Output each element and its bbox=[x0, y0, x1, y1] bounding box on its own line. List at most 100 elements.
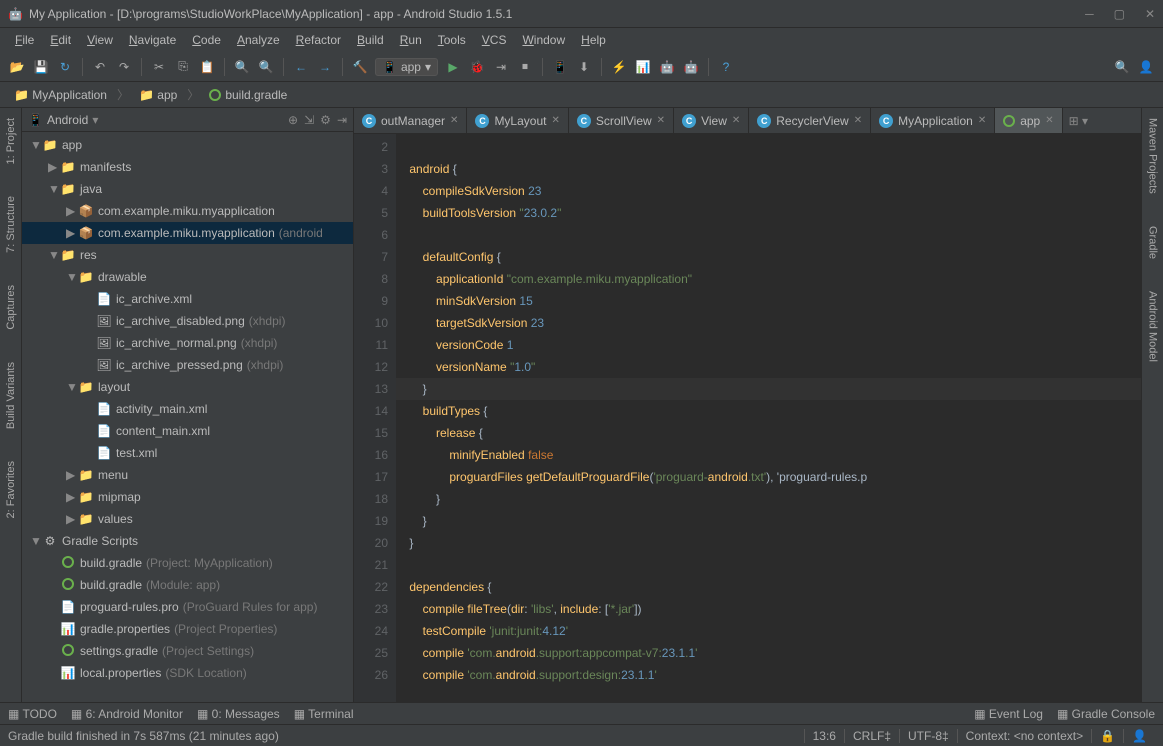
tree-row[interactable]: ▶📁manifests bbox=[22, 156, 353, 178]
save-icon[interactable]: 💾 bbox=[32, 58, 50, 76]
tree-row[interactable]: 📊local.properties(SDK Location) bbox=[22, 662, 353, 684]
right-tool-tab[interactable]: Gradle bbox=[1145, 220, 1161, 265]
close-tab-icon[interactable]: ✕ bbox=[657, 115, 665, 126]
menu-code[interactable]: Code bbox=[185, 31, 228, 49]
gear-icon[interactable]: ⚙ bbox=[320, 113, 331, 127]
menu-tools[interactable]: Tools bbox=[431, 31, 473, 49]
line-ending[interactable]: CRLF‡ bbox=[844, 729, 899, 743]
maximize-icon[interactable]: ▢ bbox=[1114, 7, 1125, 21]
run-icon[interactable]: ▶ bbox=[444, 58, 462, 76]
target-icon[interactable]: ⊕ bbox=[288, 113, 298, 127]
editor-tab[interactable]: CMyApplication✕ bbox=[871, 108, 995, 133]
tree-row[interactable]: ▼📁drawable bbox=[22, 266, 353, 288]
project-view-mode[interactable]: Android bbox=[47, 113, 88, 127]
tree-row[interactable]: settings.gradle(Project Settings) bbox=[22, 640, 353, 662]
find-icon[interactable]: 🔍 bbox=[233, 58, 251, 76]
stop-icon[interactable]: ⏹ bbox=[516, 58, 534, 76]
make-icon[interactable]: 🔨 bbox=[351, 58, 369, 76]
tree-row[interactable]: 🖼ic_archive_disabled.png(xhdpi) bbox=[22, 310, 353, 332]
tree-row[interactable]: build.gradle(Project: MyApplication) bbox=[22, 552, 353, 574]
tree-row[interactable]: ▶📁menu bbox=[22, 464, 353, 486]
tree-row[interactable]: 🖼ic_archive_pressed.png(xhdpi) bbox=[22, 354, 353, 376]
tree-row[interactable]: ▼📁app bbox=[22, 134, 353, 156]
breadcrumb-item[interactable]: 📁 MyApplication bbox=[8, 86, 113, 104]
editor-tab[interactable]: CRecyclerView✕ bbox=[749, 108, 871, 133]
close-tab-icon[interactable]: ✕ bbox=[732, 115, 740, 126]
bottom-tool-tab[interactable]: ▦ Terminal bbox=[294, 707, 354, 721]
hector-icon[interactable]: 👤 bbox=[1123, 729, 1155, 743]
redo-icon[interactable]: ↷ bbox=[115, 58, 133, 76]
tree-row[interactable]: ▼📁java bbox=[22, 178, 353, 200]
code-body[interactable]: android { compileSdkVersion 23 buildTool… bbox=[396, 134, 1141, 702]
code-editor[interactable]: 2345678910111213141516171819202122232425… bbox=[354, 134, 1141, 702]
close-tab-icon[interactable]: ✕ bbox=[551, 115, 559, 126]
right-tool-tab[interactable]: Android Model bbox=[1145, 285, 1161, 368]
tree-row[interactable]: 📄test.xml bbox=[22, 442, 353, 464]
tree-row[interactable]: ▶📦com.example.miku.myapplication(android bbox=[22, 222, 353, 244]
menu-build[interactable]: Build bbox=[350, 31, 391, 49]
left-tool-tab[interactable]: Build Variants bbox=[3, 356, 19, 435]
tree-row[interactable]: ▶📁values bbox=[22, 508, 353, 530]
left-tool-tab[interactable]: 7: Structure bbox=[3, 190, 19, 259]
bottom-tool-tab[interactable]: ▦ 6: Android Monitor bbox=[71, 707, 183, 721]
context[interactable]: Context: <no context> bbox=[957, 729, 1091, 743]
menu-help[interactable]: Help bbox=[574, 31, 613, 49]
attach-icon[interactable]: ⇥ bbox=[492, 58, 510, 76]
monitor-icon[interactable]: 📊 bbox=[634, 58, 652, 76]
editor-tab[interactable]: CoutManager✕ bbox=[354, 108, 467, 133]
menu-view[interactable]: View bbox=[80, 31, 120, 49]
ddms-icon[interactable]: ⚡ bbox=[610, 58, 628, 76]
close-icon[interactable]: ✕ bbox=[1145, 7, 1155, 21]
breadcrumb-item[interactable]: build.gradle bbox=[203, 86, 293, 104]
android-icon-3[interactable]: 🤖 bbox=[682, 58, 700, 76]
chevron-down-icon[interactable]: ▾ bbox=[92, 113, 98, 127]
sdk-icon[interactable]: ⬇ bbox=[575, 58, 593, 76]
close-tab-icon[interactable]: ✕ bbox=[978, 115, 986, 126]
hide-icon[interactable]: ⇥ bbox=[337, 113, 347, 127]
tree-row[interactable]: ▼📁res bbox=[22, 244, 353, 266]
menu-file[interactable]: File bbox=[8, 31, 41, 49]
tree-row[interactable]: 📄content_main.xml bbox=[22, 420, 353, 442]
paste-icon[interactable]: 📋 bbox=[198, 58, 216, 76]
tab-overflow[interactable]: ⊞ ▾ bbox=[1063, 108, 1094, 133]
user-icon[interactable]: 👤 bbox=[1137, 58, 1155, 76]
bottom-tool-tab[interactable]: ▦ TODO bbox=[8, 707, 57, 721]
menu-run[interactable]: Run bbox=[393, 31, 429, 49]
menu-edit[interactable]: Edit bbox=[43, 31, 78, 49]
cut-icon[interactable]: ✂ bbox=[150, 58, 168, 76]
tree-row[interactable]: 📄ic_archive.xml bbox=[22, 288, 353, 310]
tree-row[interactable]: 📄activity_main.xml bbox=[22, 398, 353, 420]
left-tool-tab[interactable]: 2: Favorites bbox=[3, 455, 19, 524]
close-tab-icon[interactable]: ✕ bbox=[854, 115, 862, 126]
menu-refactor[interactable]: Refactor bbox=[289, 31, 348, 49]
collapse-icon[interactable]: ⇲ bbox=[304, 113, 314, 127]
help-icon[interactable]: ? bbox=[717, 58, 735, 76]
debug-icon[interactable]: 🐞 bbox=[468, 58, 486, 76]
tree-row[interactable]: 📊gradle.properties(Project Properties) bbox=[22, 618, 353, 640]
sync-icon[interactable]: ↻ bbox=[56, 58, 74, 76]
editor-tab[interactable]: CMyLayout✕ bbox=[467, 108, 568, 133]
open-icon[interactable]: 📂 bbox=[8, 58, 26, 76]
bottom-tool-tab[interactable]: ▦ Gradle Console bbox=[1057, 707, 1155, 721]
run-config-selector[interactable]: 📱 app ▾ bbox=[375, 58, 438, 76]
breadcrumb-item[interactable]: 📁 app bbox=[133, 86, 183, 104]
tree-row[interactable]: 🖼ic_archive_normal.png(xhdpi) bbox=[22, 332, 353, 354]
tree-row[interactable]: ▼⚙Gradle Scripts bbox=[22, 530, 353, 552]
encoding[interactable]: UTF-8‡ bbox=[899, 729, 957, 743]
undo-icon[interactable]: ↶ bbox=[91, 58, 109, 76]
menu-analyze[interactable]: Analyze bbox=[230, 31, 287, 49]
copy-icon[interactable]: ⎘ bbox=[174, 58, 192, 76]
left-tool-tab[interactable]: 1: Project bbox=[3, 112, 19, 170]
forward-icon[interactable]: → bbox=[316, 58, 334, 76]
editor-tab[interactable]: app✕ bbox=[995, 108, 1062, 133]
left-tool-tab[interactable]: Captures bbox=[3, 279, 19, 336]
replace-icon[interactable]: 🔍 bbox=[257, 58, 275, 76]
editor-tab[interactable]: CView✕ bbox=[674, 108, 749, 133]
project-tree[interactable]: ▼📁app▶📁manifests▼📁java▶📦com.example.miku… bbox=[22, 132, 353, 702]
lock-icon[interactable]: 🔒 bbox=[1091, 729, 1123, 743]
tree-row[interactable]: ▶📦com.example.miku.myapplication bbox=[22, 200, 353, 222]
close-tab-icon[interactable]: ✕ bbox=[1045, 115, 1053, 126]
editor-tab[interactable]: CScrollView✕ bbox=[569, 108, 674, 133]
search-icon[interactable]: 🔍 bbox=[1113, 58, 1131, 76]
menu-navigate[interactable]: Navigate bbox=[122, 31, 183, 49]
